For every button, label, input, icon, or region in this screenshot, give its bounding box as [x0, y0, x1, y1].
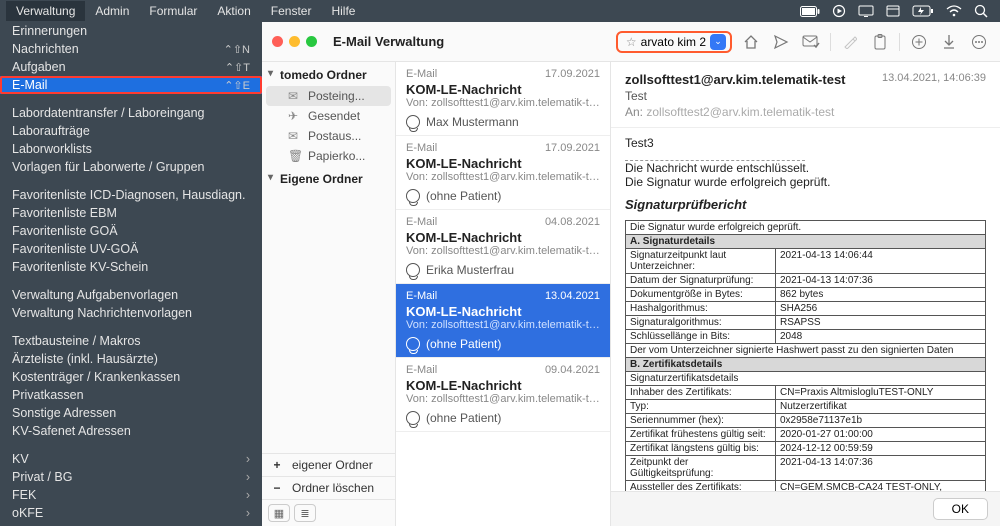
sidebar-item-10[interactable]: Favoritenliste ICD-Diagnosen, Hausdiagn.	[0, 186, 262, 204]
folder-icon: 🗑	[288, 149, 302, 163]
menu-verwaltung[interactable]: Verwaltung	[6, 1, 85, 21]
account-name: arvato kim 2	[641, 35, 706, 49]
charging-icon	[906, 5, 940, 17]
menu-aktion[interactable]: Aktion	[207, 1, 260, 21]
sidebar-item-6[interactable]: Laboraufträge	[0, 122, 262, 140]
sidebar-item-8[interactable]: Vorlagen für Laborwerte / Gruppen	[0, 158, 262, 176]
patient-icon	[406, 411, 420, 425]
folder-header-own[interactable]: Eigene Ordner	[262, 166, 395, 190]
detail-to: An: zollsofttest2@arv.kim.telematik-test	[625, 105, 986, 119]
ok-button[interactable]: OK	[933, 498, 988, 520]
sidebar-item-23[interactable]: Sonstige Adressen	[0, 404, 262, 422]
sidebar-item-7[interactable]: Laborworklists	[0, 140, 262, 158]
body-line-2: Die Signatur wurde erfolgreich geprüft.	[625, 175, 986, 189]
sidebar-item-17[interactable]: Verwaltung Nachrichtenvorlagen	[0, 304, 262, 322]
menu-fenster[interactable]: Fenster	[261, 1, 322, 21]
message-item-4[interactable]: E-Mail09.04.2021KOM-LE-NachrichtVon: zol…	[396, 358, 610, 432]
sidebar-item-13[interactable]: Favoritenliste UV-GOÄ	[0, 240, 262, 258]
battery-icon	[794, 6, 826, 17]
sidebar-item-5[interactable]: Labordatentransfer / Laboreingang	[0, 104, 262, 122]
sidebar-item-11[interactable]: Favoritenliste EBM	[0, 204, 262, 222]
message-list[interactable]: E-Mail17.09.2021KOM-LE-NachrichtVon: zol…	[396, 62, 611, 526]
folder-header-tomedo[interactable]: tomedo Ordner	[262, 62, 395, 86]
patient-icon	[406, 115, 420, 129]
sidebar-item-27[interactable]: Privat / BG›	[0, 468, 262, 486]
sidebar-item-22[interactable]: Privatkassen	[0, 386, 262, 404]
view-grid-button[interactable]: ▦	[268, 504, 290, 522]
menu-admin[interactable]: Admin	[85, 1, 139, 21]
folder-item-1[interactable]: ✈Gesendet	[262, 106, 395, 126]
menubar: Verwaltung Admin Formular Aktion Fenster…	[0, 0, 1000, 22]
view-list-button[interactable]: ≣	[294, 504, 316, 522]
record-icon	[826, 4, 852, 18]
window-controls[interactable]	[272, 36, 317, 47]
detail-body[interactable]: Test3 Die Nachricht wurde entschlüsselt.…	[611, 128, 1000, 526]
send-button[interactable]	[770, 31, 792, 53]
sidebar-item-1[interactable]: Nachrichten⌃⇧N	[0, 40, 262, 58]
delete-folder-button[interactable]: −Ordner löschen	[262, 476, 395, 499]
sidebar-item-20[interactable]: Ärzteliste (inkl. Hausärzte)	[0, 350, 262, 368]
dropdown-icon: ⌄	[710, 34, 726, 50]
sidebar-item-19[interactable]: Textbausteine / Makros	[0, 332, 262, 350]
sidebar-item-24[interactable]: KV-Safenet Adressen	[0, 422, 262, 440]
sidebar-item-12[interactable]: Favoritenliste GOÄ	[0, 222, 262, 240]
signature-table: Die Signatur wurde erfolgreich geprüft.A…	[625, 220, 986, 526]
clipboard-button[interactable]	[869, 31, 891, 53]
sidebar-item-16[interactable]: Verwaltung Aufgabenvorlagen	[0, 286, 262, 304]
folder-item-3[interactable]: 🗑Papierko...	[262, 146, 395, 166]
folder-icon: ✉	[288, 129, 302, 143]
edit-button[interactable]	[839, 31, 861, 53]
add-folder-button[interactable]: +eigener Ordner	[262, 453, 395, 476]
menu-formular[interactable]: Formular	[139, 1, 207, 21]
patient-icon	[406, 189, 420, 203]
more-button[interactable]	[968, 31, 990, 53]
message-item-1[interactable]: E-Mail17.09.2021KOM-LE-NachrichtVon: zol…	[396, 136, 610, 210]
sidebar-item-0[interactable]: Erinnerungen	[0, 22, 262, 40]
sidebar-item-3[interactable]: E-Mail⌃⇧E	[0, 76, 262, 94]
sidebar-item-29[interactable]: oKFE›	[0, 504, 262, 522]
sidebar-item-21[interactable]: Kostenträger / Krankenkassen	[0, 368, 262, 386]
account-selector[interactable]: ☆ arvato kim 2 ⌄	[616, 31, 732, 53]
sidebar-item-14[interactable]: Favoritenliste KV-Schein	[0, 258, 262, 276]
message-item-3[interactable]: E-Mail13.04.2021KOM-LE-NachrichtVon: zol…	[396, 284, 610, 358]
patient-icon	[406, 263, 420, 277]
detail-from: zollsofttest1@arv.kim.telematik-test	[625, 72, 846, 87]
detail-datetime: 13.04.2021, 14:06:39	[882, 72, 986, 84]
wifi-icon	[940, 5, 968, 17]
sidebar-item-2[interactable]: Aufgaben⌃⇧T	[0, 58, 262, 76]
menu-hilfe[interactable]: Hilfe	[321, 1, 365, 21]
home-button[interactable]	[740, 31, 762, 53]
toolbar: E-Mail Verwaltung ☆ arvato kim 2 ⌄	[262, 22, 1000, 62]
mail-check-button[interactable]	[800, 31, 822, 53]
display-icon	[852, 5, 880, 17]
body-line-1: Die Nachricht wurde entschlüsselt.	[625, 161, 986, 175]
window-icon	[880, 5, 906, 17]
main-window: E-Mail Verwaltung ☆ arvato kim 2 ⌄ tomed…	[262, 22, 1000, 526]
search-icon[interactable]	[968, 4, 994, 18]
download-button[interactable]	[938, 31, 960, 53]
folder-icon: ✈	[288, 109, 302, 123]
patient-icon	[406, 337, 420, 351]
folder-item-0[interactable]: ✉Posteing...	[266, 86, 391, 106]
sidebar-item-28[interactable]: FEK›	[0, 486, 262, 504]
message-item-0[interactable]: E-Mail17.09.2021KOM-LE-NachrichtVon: zol…	[396, 62, 610, 136]
add-button[interactable]	[908, 31, 930, 53]
signature-report-title: Signaturprüfbericht	[625, 197, 986, 212]
message-detail: zollsofttest1@arv.kim.telematik-test 13.…	[611, 62, 1000, 526]
body-text-top: Test3	[625, 136, 986, 150]
detail-subject: Test	[625, 89, 986, 103]
folder-item-2[interactable]: ✉Postaus...	[262, 126, 395, 146]
folder-icon: ✉	[288, 89, 302, 103]
window-title: E-Mail Verwaltung	[333, 34, 444, 49]
sidebar: ErinnerungenNachrichten⌃⇧NAufgaben⌃⇧TE-M…	[0, 22, 262, 526]
sidebar-item-30[interactable]: HKS›	[0, 522, 262, 526]
message-item-2[interactable]: E-Mail04.08.2021KOM-LE-NachrichtVon: zol…	[396, 210, 610, 284]
star-icon: ☆	[626, 35, 637, 49]
sidebar-item-26[interactable]: KV›	[0, 450, 262, 468]
folder-column: tomedo Ordner ✉Posteing...✈Gesendet✉Post…	[262, 62, 396, 526]
